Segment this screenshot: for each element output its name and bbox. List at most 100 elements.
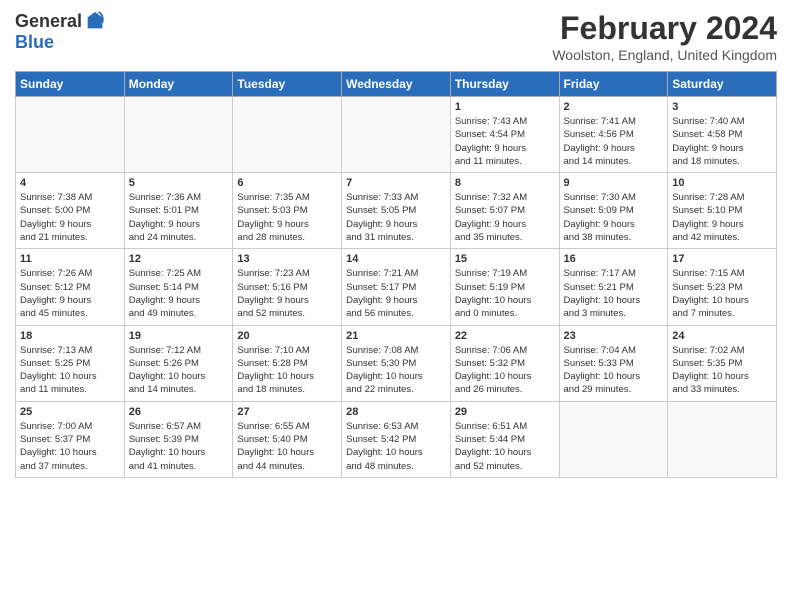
col-thursday: Thursday: [450, 72, 559, 97]
calendar-week-row: 11 Sunrise: 7:26 AM Sunset: 5:12 PM Dayli…: [16, 249, 777, 325]
day-number: 6: [237, 177, 337, 189]
day-info: Sunrise: 7:21 AM Sunset: 5:17 PM Dayligh…: [346, 267, 446, 320]
day-info: Sunrise: 7:04 AM Sunset: 5:33 PM Dayligh…: [564, 344, 664, 397]
day-info: Sunrise: 7:02 AM Sunset: 5:35 PM Dayligh…: [672, 344, 772, 397]
calendar-cell: 29 Sunrise: 6:51 AM Sunset: 5:44 PM Dayli…: [450, 401, 559, 477]
day-number: 7: [346, 177, 446, 189]
day-number: 26: [129, 406, 229, 418]
day-info: Sunrise: 6:55 AM Sunset: 5:40 PM Dayligh…: [237, 420, 337, 473]
day-number: 1: [455, 101, 555, 113]
calendar-cell: [16, 97, 125, 173]
calendar-cell: 17 Sunrise: 7:15 AM Sunset: 5:23 PM Dayli…: [668, 249, 777, 325]
day-number: 4: [20, 177, 120, 189]
day-number: 18: [20, 330, 120, 342]
day-number: 25: [20, 406, 120, 418]
day-info: Sunrise: 7:26 AM Sunset: 5:12 PM Dayligh…: [20, 267, 120, 320]
day-number: 3: [672, 101, 772, 113]
day-info: Sunrise: 7:06 AM Sunset: 5:32 PM Dayligh…: [455, 344, 555, 397]
calendar-cell: 7 Sunrise: 7:33 AM Sunset: 5:05 PM Daylig…: [342, 173, 451, 249]
calendar-cell: 11 Sunrise: 7:26 AM Sunset: 5:12 PM Dayli…: [16, 249, 125, 325]
calendar-cell: 18 Sunrise: 7:13 AM Sunset: 5:25 PM Dayli…: [16, 325, 125, 401]
calendar-cell: 28 Sunrise: 6:53 AM Sunset: 5:42 PM Dayli…: [342, 401, 451, 477]
day-info: Sunrise: 7:38 AM Sunset: 5:00 PM Dayligh…: [20, 191, 120, 244]
calendar-cell: 19Sunrise: 7:12 AM Sunset: 5:26 PM Dayli…: [124, 325, 233, 401]
day-info: Sunrise: 7:25 AM Sunset: 5:14 PM Dayligh…: [129, 267, 229, 320]
day-number: 8: [455, 177, 555, 189]
calendar-cell: 12 Sunrise: 7:25 AM Sunset: 5:14 PM Dayli…: [124, 249, 233, 325]
calendar-cell: 10Sunrise: 7:28 AM Sunset: 5:10 PM Dayli…: [668, 173, 777, 249]
calendar-cell: 21Sunrise: 7:08 AM Sunset: 5:30 PM Dayli…: [342, 325, 451, 401]
day-number: 21: [346, 330, 446, 342]
day-number: 5: [129, 177, 229, 189]
col-friday: Friday: [559, 72, 668, 97]
calendar-header-row: Sunday Monday Tuesday Wednesday Thursday…: [16, 72, 777, 97]
day-info: Sunrise: 7:10 AM Sunset: 5:28 PM Dayligh…: [237, 344, 337, 397]
calendar-week-row: 4 Sunrise: 7:38 AM Sunset: 5:00 PM Daylig…: [16, 173, 777, 249]
day-info: Sunrise: 7:33 AM Sunset: 5:05 PM Dayligh…: [346, 191, 446, 244]
day-number: 10: [672, 177, 772, 189]
calendar-cell: 22 Sunrise: 7:06 AM Sunset: 5:32 PM Dayli…: [450, 325, 559, 401]
calendar-week-row: 25 Sunrise: 7:00 AM Sunset: 5:37 PM Dayli…: [16, 401, 777, 477]
calendar-cell: [233, 97, 342, 173]
calendar-cell: 5 Sunrise: 7:36 AM Sunset: 5:01 PM Daylig…: [124, 173, 233, 249]
day-info: Sunrise: 7:36 AM Sunset: 5:01 PM Dayligh…: [129, 191, 229, 244]
day-number: 2: [564, 101, 664, 113]
calendar-cell: [668, 401, 777, 477]
day-info: Sunrise: 7:43 AM Sunset: 4:54 PM Dayligh…: [455, 115, 555, 168]
day-info: Sunrise: 7:13 AM Sunset: 5:25 PM Dayligh…: [20, 344, 120, 397]
calendar-cell: 16 Sunrise: 7:17 AM Sunset: 5:21 PM Dayli…: [559, 249, 668, 325]
calendar-cell: 23 Sunrise: 7:04 AM Sunset: 5:33 PM Dayli…: [559, 325, 668, 401]
day-number: 11: [20, 253, 120, 265]
day-number: 13: [237, 253, 337, 265]
day-number: 20: [237, 330, 337, 342]
day-number: 14: [346, 253, 446, 265]
day-info: Sunrise: 6:53 AM Sunset: 5:42 PM Dayligh…: [346, 420, 446, 473]
day-info: Sunrise: 7:17 AM Sunset: 5:21 PM Dayligh…: [564, 267, 664, 320]
day-number: 16: [564, 253, 664, 265]
calendar-cell: [342, 97, 451, 173]
col-wednesday: Wednesday: [342, 72, 451, 97]
logo-general-text: General: [15, 11, 82, 32]
day-number: 15: [455, 253, 555, 265]
day-info: Sunrise: 7:12 AM Sunset: 5:26 PM Dayligh…: [129, 344, 229, 397]
calendar-body: 1 Sunrise: 7:43 AM Sunset: 4:54 PM Daylig…: [16, 97, 777, 478]
calendar-cell: 15 Sunrise: 7:19 AM Sunset: 5:19 PM Dayli…: [450, 249, 559, 325]
day-number: 23: [564, 330, 664, 342]
location-text: Woolston, England, United Kingdom: [552, 47, 777, 63]
calendar-cell: 4 Sunrise: 7:38 AM Sunset: 5:00 PM Daylig…: [16, 173, 125, 249]
calendar-week-row: 18 Sunrise: 7:13 AM Sunset: 5:25 PM Dayli…: [16, 325, 777, 401]
day-info: Sunrise: 7:41 AM Sunset: 4:56 PM Dayligh…: [564, 115, 664, 168]
col-saturday: Saturday: [668, 72, 777, 97]
calendar-cell: 26 Sunrise: 6:57 AM Sunset: 5:39 PM Dayli…: [124, 401, 233, 477]
day-info: Sunrise: 7:35 AM Sunset: 5:03 PM Dayligh…: [237, 191, 337, 244]
month-title: February 2024: [552, 10, 777, 47]
day-info: Sunrise: 7:23 AM Sunset: 5:16 PM Dayligh…: [237, 267, 337, 320]
col-sunday: Sunday: [16, 72, 125, 97]
logo: General Blue: [15, 10, 106, 53]
day-info: Sunrise: 6:57 AM Sunset: 5:39 PM Dayligh…: [129, 420, 229, 473]
day-info: Sunrise: 6:51 AM Sunset: 5:44 PM Dayligh…: [455, 420, 555, 473]
day-number: 28: [346, 406, 446, 418]
title-block: February 2024 Woolston, England, United …: [552, 10, 777, 63]
calendar-cell: 6 Sunrise: 7:35 AM Sunset: 5:03 PM Daylig…: [233, 173, 342, 249]
calendar-table: Sunday Monday Tuesday Wednesday Thursday…: [15, 71, 777, 478]
day-number: 17: [672, 253, 772, 265]
day-info: Sunrise: 7:15 AM Sunset: 5:23 PM Dayligh…: [672, 267, 772, 320]
page-container: General Blue February 2024 Woolston, Eng…: [0, 0, 792, 488]
calendar-cell: 20 Sunrise: 7:10 AM Sunset: 5:28 PM Dayli…: [233, 325, 342, 401]
col-monday: Monday: [124, 72, 233, 97]
day-number: 22: [455, 330, 555, 342]
calendar-cell: 27Sunrise: 6:55 AM Sunset: 5:40 PM Dayli…: [233, 401, 342, 477]
day-info: Sunrise: 7:19 AM Sunset: 5:19 PM Dayligh…: [455, 267, 555, 320]
calendar-cell: 24Sunrise: 7:02 AM Sunset: 5:35 PM Dayli…: [668, 325, 777, 401]
day-info: Sunrise: 7:40 AM Sunset: 4:58 PM Dayligh…: [672, 115, 772, 168]
logo-icon: [84, 10, 106, 32]
col-tuesday: Tuesday: [233, 72, 342, 97]
calendar-cell: 8Sunrise: 7:32 AM Sunset: 5:07 PM Daylig…: [450, 173, 559, 249]
calendar-cell: 1 Sunrise: 7:43 AM Sunset: 4:54 PM Daylig…: [450, 97, 559, 173]
day-info: Sunrise: 7:00 AM Sunset: 5:37 PM Dayligh…: [20, 420, 120, 473]
calendar-cell: [124, 97, 233, 173]
day-number: 12: [129, 253, 229, 265]
day-number: 29: [455, 406, 555, 418]
page-header: General Blue February 2024 Woolston, Eng…: [15, 10, 777, 63]
